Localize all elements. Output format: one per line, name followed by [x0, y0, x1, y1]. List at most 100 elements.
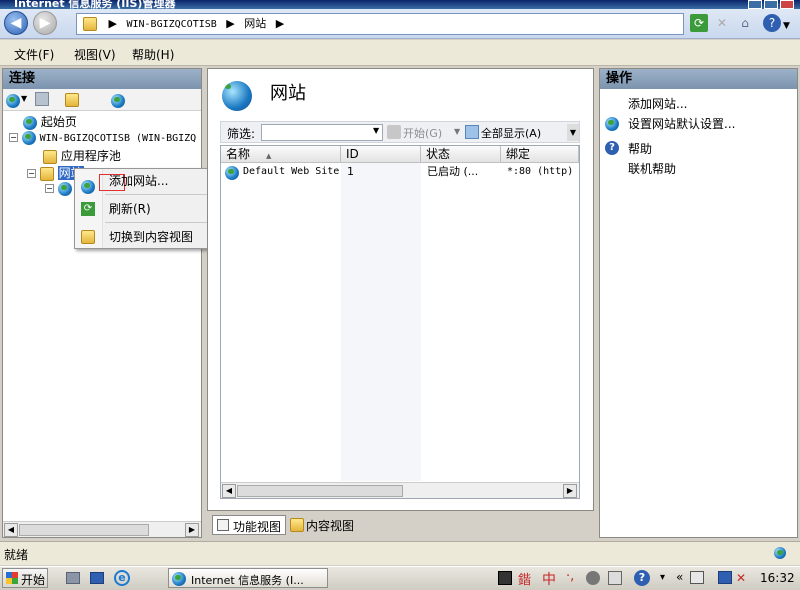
expand-icon[interactable]: − [45, 184, 54, 193]
collapse-icon[interactable]: − [9, 133, 18, 142]
minimize-button[interactable] [748, 0, 762, 9]
action-help[interactable]: 帮助 [628, 140, 652, 157]
connect-icon[interactable] [6, 93, 20, 108]
start-button[interactable]: 开始(G) [403, 125, 442, 141]
add-site-icon [605, 116, 619, 131]
address-segment-sites[interactable]: 网站 [244, 17, 266, 30]
action-add-site[interactable]: 添加网站... [628, 95, 687, 112]
tree-item-start-page[interactable]: 起始页 [23, 113, 77, 130]
column-header-name[interactable]: 名称 ▲ [221, 146, 341, 163]
taskbar-item-iis[interactable]: Internet 信息服务 (I... [168, 568, 328, 588]
server-manager-icon[interactable] [66, 572, 80, 584]
address-sep-1: ▶ [108, 17, 117, 30]
save-icon[interactable] [35, 92, 49, 106]
tree-label-server: WIN-BGIZQCOTISB (WIN-BGIZQ [39, 133, 197, 144]
address-sep-3: ▶ [275, 17, 285, 30]
tab-features-view[interactable]: 功能视图 [212, 515, 286, 535]
ime-options-icon[interactable]: ▾ [660, 572, 665, 583]
collapse-icon[interactable]: − [27, 169, 36, 178]
action-online-help[interactable]: 联机帮助 [628, 160, 676, 177]
table-row[interactable]: Default Web Site 1 已启动 (... *:80 (http) [221, 164, 579, 180]
sites-list: 名称 ▲ ID 状态 绑定 Default Web Site 1 已启动 (...… [220, 145, 580, 499]
show-all-button[interactable]: 全部显示(A) [481, 125, 541, 141]
menu-help[interactable]: 帮助(H) [132, 46, 174, 63]
address-bar[interactable]: ▶ WIN-BGIZQCOTISB ▶ 网站 ▶ [76, 13, 684, 35]
stop-icon[interactable]: ✕ [713, 14, 731, 32]
ime-punctuation-icon[interactable]: ·, [566, 569, 574, 584]
disconnect-icon[interactable] [110, 93, 125, 108]
ime-toolbar-icon[interactable] [498, 571, 512, 585]
scroll-right-icon[interactable]: ▶ [563, 484, 577, 498]
sort-ascending-icon: ▲ [266, 152, 272, 160]
taskbar: 开始 e Internet 信息服务 (I... 鍇 中 ·, ? ▾ « ✕ … [0, 566, 800, 590]
refresh-icon[interactable]: ⟳ [690, 14, 708, 32]
scroll-left-icon[interactable]: ◀ [222, 484, 236, 498]
filter-label: 筛选: [227, 127, 256, 141]
address-sep-2: ▶ [226, 17, 235, 30]
start-dropdown-icon[interactable]: ▼ [454, 127, 460, 136]
address-segment-server[interactable]: WIN-BGIZQCOTISB [126, 19, 216, 30]
main-pane: 网站 筛选: ▼ 开始(G) ▼ 全部显示(A) ▼ 名称 ▲ ID 状态 绑定 … [207, 68, 594, 511]
maximize-button[interactable] [764, 0, 778, 9]
content-view-icon [290, 518, 304, 532]
context-menu-refresh[interactable]: ⟳ 刷新(R) [75, 197, 228, 221]
ime-handwriting-icon[interactable]: 鍇 [518, 569, 531, 588]
ime-settings-icon[interactable] [586, 571, 600, 585]
clock[interactable]: 16:32 [760, 571, 795, 585]
filter-input[interactable] [261, 124, 383, 141]
tab-content-label: 内容视图 [306, 519, 355, 533]
scroll-left-icon[interactable]: ◀ [4, 523, 18, 537]
start-label: 开始 [21, 573, 46, 587]
filter-toolbar: 筛选: ▼ 开始(G) ▼ 全部显示(A) ▼ [220, 121, 580, 143]
tree-item-default-site[interactable]: − [45, 181, 72, 196]
tree-item-server[interactable]: − WIN-BGIZQCOTISB (WIN-BGIZQ [9, 130, 196, 145]
scroll-right-icon[interactable]: ▶ [185, 523, 199, 537]
tree-item-app-pools[interactable]: 应用程序池 [43, 147, 121, 164]
add-site-label: 添加网站... [109, 174, 169, 188]
forward-button[interactable]: ▶ [33, 11, 57, 35]
scroll-thumb[interactable] [237, 485, 403, 497]
open-folder-icon[interactable] [65, 93, 79, 107]
taskbar-item-label: Internet 信息服务 (I... [191, 574, 304, 587]
column-header-id[interactable]: ID [341, 146, 421, 163]
back-button[interactable]: ◀ [4, 11, 28, 35]
connections-header: 连接 [3, 69, 201, 89]
actions-pane: 操作 添加网站... 设置网站默认设置... ? 帮助 联机帮助 [599, 68, 798, 538]
sites-title-icon [222, 81, 252, 111]
navigation-bar: ◀ ▶ ▶ WIN-BGIZQCOTISB ▶ 网站 ▶ ⟳ ✕ ⌂ ? ▼ [0, 9, 800, 39]
connections-hscrollbar[interactable]: ◀ ▶ [3, 521, 201, 537]
ime-mode[interactable]: 中 [542, 569, 556, 589]
site-icon [57, 181, 72, 196]
browser-icon[interactable]: e [114, 570, 130, 586]
iis-icon [172, 571, 186, 586]
menu-file[interactable]: 文件(F) [14, 46, 54, 63]
close-button[interactable] [780, 0, 794, 9]
monitor-tray-icon[interactable] [718, 571, 732, 584]
start-button[interactable]: 开始 [2, 568, 48, 588]
action-set-defaults[interactable]: 设置网站默认设置... [628, 115, 735, 132]
scroll-thumb[interactable] [19, 524, 149, 536]
context-menu-switch-content[interactable]: 切换到内容视图 [75, 225, 228, 249]
menu-view[interactable]: 视图(V) [74, 46, 116, 63]
tray-expand-icon[interactable]: « [676, 570, 683, 584]
help-dropdown-icon[interactable]: ▼ [783, 21, 790, 31]
list-hscrollbar[interactable]: ◀ ▶ [221, 482, 579, 498]
ime-help-icon[interactable]: ? [634, 570, 650, 586]
network-tray-icon[interactable] [690, 571, 704, 584]
column-header-status[interactable]: 状态 [421, 146, 501, 163]
network-status-icon [774, 546, 786, 559]
filter-dropdown-icon[interactable]: ▼ [373, 126, 379, 135]
tab-content-view[interactable]: 内容视图 [290, 515, 366, 535]
soft-keyboard-icon[interactable] [608, 571, 622, 585]
toolbar-overflow-icon[interactable]: ▼ [567, 124, 579, 141]
sites-folder-icon [39, 166, 54, 181]
home-icon[interactable]: ⌂ [736, 14, 754, 32]
column-header-binding[interactable]: 绑定 [501, 146, 579, 163]
connect-dropdown-icon[interactable]: ▼ [21, 94, 27, 103]
start-page-icon [23, 115, 37, 130]
help-icon[interactable]: ? [763, 14, 781, 32]
powershell-icon[interactable] [90, 572, 104, 584]
volume-muted-icon[interactable]: ✕ [736, 571, 750, 585]
context-menu-add-site[interactable]: 添加网站... [75, 169, 228, 194]
windows-logo-icon [6, 572, 18, 584]
